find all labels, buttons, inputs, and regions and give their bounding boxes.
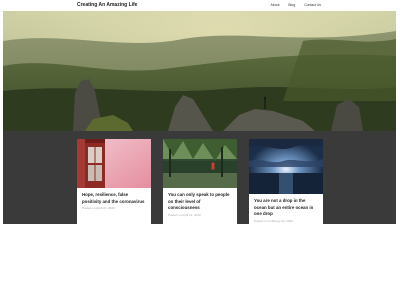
main-nav: About Blog Contact Us [271, 2, 321, 9]
nav-link-blog[interactable]: Blog [288, 2, 295, 9]
post-title[interactable]: You can only speak to people on their le… [168, 192, 232, 212]
post-meta: Posted on April 21, 2020 [82, 206, 115, 211]
post-card[interactable]: Hope, resilience, false positivity and t… [77, 139, 151, 224]
post-card[interactable]: You can only speak to people on their le… [163, 139, 237, 224]
post-thumbnail[interactable] [249, 139, 323, 194]
post-card[interactable]: You are not a drop in the ocean but an e… [249, 139, 323, 224]
nav-link-about[interactable]: About [271, 2, 280, 9]
site-header: Creating An Amazing Life About Blog Cont… [0, 0, 400, 11]
post-meta: Posted on April 13, 2020 [168, 212, 201, 217]
post-meta: Posted on February 12, 2020 [254, 218, 293, 223]
post-title[interactable]: You are not a drop in the ocean but an e… [254, 198, 318, 218]
hero-image [3, 11, 396, 131]
post-thumbnail[interactable] [77, 139, 151, 188]
post-title[interactable]: Hope, resilience, false positivity and t… [82, 192, 146, 205]
site-title[interactable]: Creating An Amazing Life [77, 2, 137, 9]
post-thumbnail[interactable] [163, 139, 237, 188]
nav-link-contact[interactable]: Contact Us [304, 2, 321, 9]
